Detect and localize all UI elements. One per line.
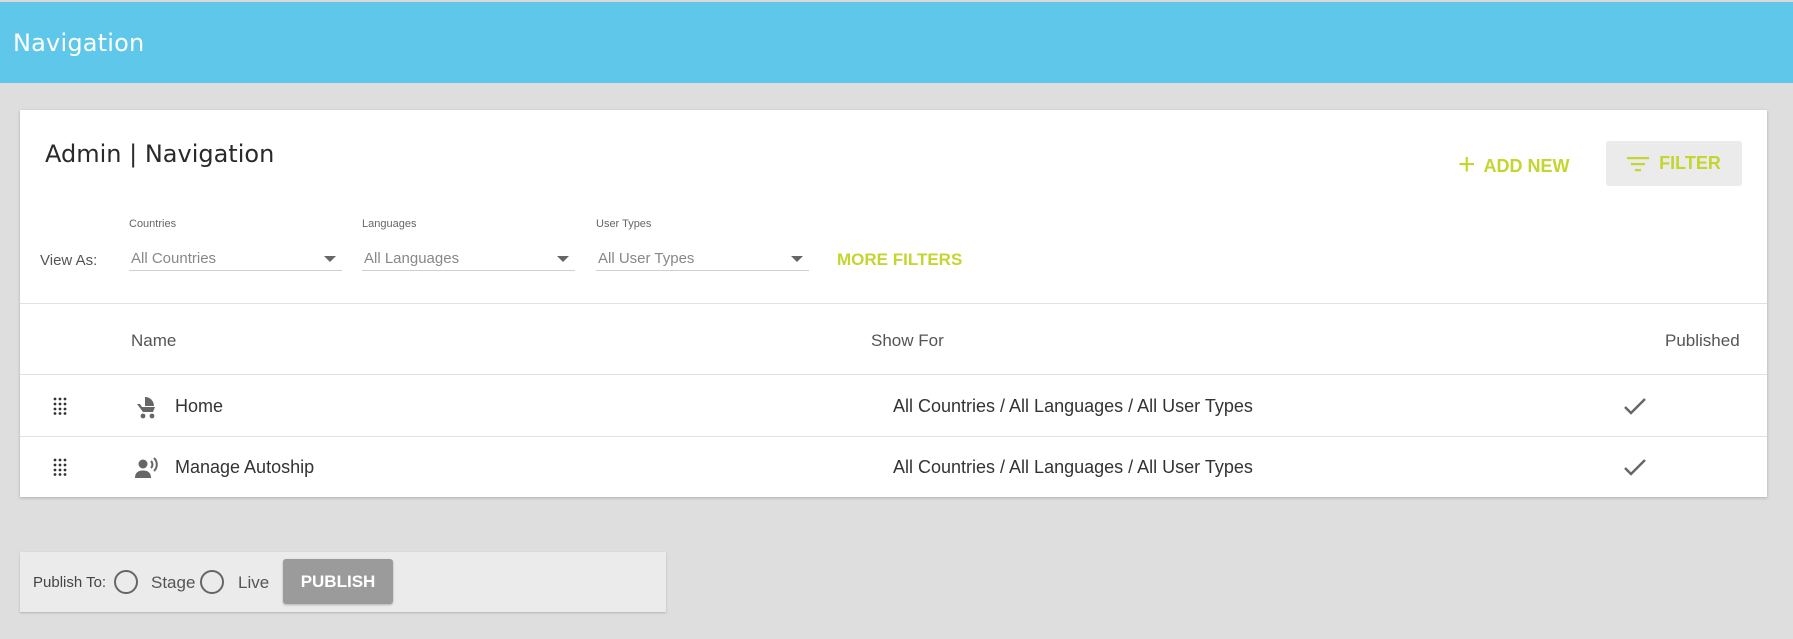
card-title: Admin | Navigation bbox=[45, 140, 275, 168]
filter-button[interactable]: FILTER bbox=[1606, 141, 1742, 186]
top-bar: Navigation bbox=[0, 0, 1793, 83]
countries-filter: Countries All Countries bbox=[129, 218, 342, 271]
table-row[interactable]: Manage Autoship All Countries / All Lang… bbox=[20, 437, 1767, 497]
row-name: Home bbox=[175, 396, 224, 416]
user-types-filter: User Types All User Types bbox=[596, 218, 809, 271]
publish-button[interactable]: PUBLISH bbox=[283, 559, 393, 604]
column-header-published: Published bbox=[1665, 331, 1740, 350]
row-show-for: All Countries / All Languages / All User… bbox=[893, 457, 1253, 477]
check-icon bbox=[1624, 459, 1646, 476]
drag-handle-icon[interactable] bbox=[53, 458, 67, 476]
person-voice-icon bbox=[135, 457, 158, 478]
live-radio-label: Live bbox=[238, 573, 270, 592]
publish-to-label: Publish To: bbox=[33, 574, 107, 591]
languages-value: All Languages bbox=[364, 250, 460, 267]
column-header-name: Name bbox=[131, 331, 177, 350]
column-header-show-for: Show For bbox=[871, 331, 944, 350]
stroller-icon bbox=[137, 397, 155, 419]
row-name: Manage Autoship bbox=[175, 457, 315, 477]
languages-label: Languages bbox=[362, 218, 417, 230]
countries-select[interactable]: All Countries bbox=[129, 247, 342, 271]
add-new-label: ADD NEW bbox=[1483, 155, 1570, 176]
add-new-button[interactable]: + ADD NEW bbox=[1458, 148, 1570, 184]
plus-icon: + bbox=[1458, 147, 1476, 181]
filter-icon bbox=[1627, 156, 1650, 171]
stage-radio-label: Stage bbox=[151, 573, 196, 592]
caret-down-icon bbox=[791, 255, 803, 262]
languages-filter: Languages All Languages bbox=[362, 218, 575, 271]
navigation-card: Admin | Navigation + ADD NEW FILTER View… bbox=[20, 110, 1767, 497]
caret-down-icon bbox=[324, 255, 336, 262]
user-types-label: User Types bbox=[596, 218, 652, 230]
live-radio[interactable] bbox=[200, 570, 224, 594]
countries-value: All Countries bbox=[131, 250, 217, 267]
divider bbox=[20, 374, 1767, 375]
row-show-for: All Countries / All Languages / All User… bbox=[893, 396, 1253, 416]
user-types-value: All User Types bbox=[598, 250, 695, 267]
user-types-select[interactable]: All User Types bbox=[596, 247, 809, 271]
drag-handle-icon[interactable] bbox=[53, 397, 67, 415]
page-header-title: Navigation bbox=[13, 29, 145, 57]
countries-label: Countries bbox=[129, 218, 177, 230]
publish-panel: Publish To: Stage Live PUBLISH bbox=[20, 552, 666, 612]
view-as-label: View As: bbox=[40, 252, 98, 269]
more-filters-button[interactable]: MORE FILTERS bbox=[837, 250, 962, 270]
caret-down-icon bbox=[557, 255, 569, 262]
check-icon bbox=[1624, 398, 1646, 415]
filter-label: FILTER bbox=[1659, 153, 1721, 173]
languages-select[interactable]: All Languages bbox=[362, 247, 575, 271]
stage-radio[interactable] bbox=[114, 570, 138, 594]
divider bbox=[20, 303, 1767, 304]
table-row[interactable]: Home All Countries / All Languages / All… bbox=[20, 376, 1767, 436]
